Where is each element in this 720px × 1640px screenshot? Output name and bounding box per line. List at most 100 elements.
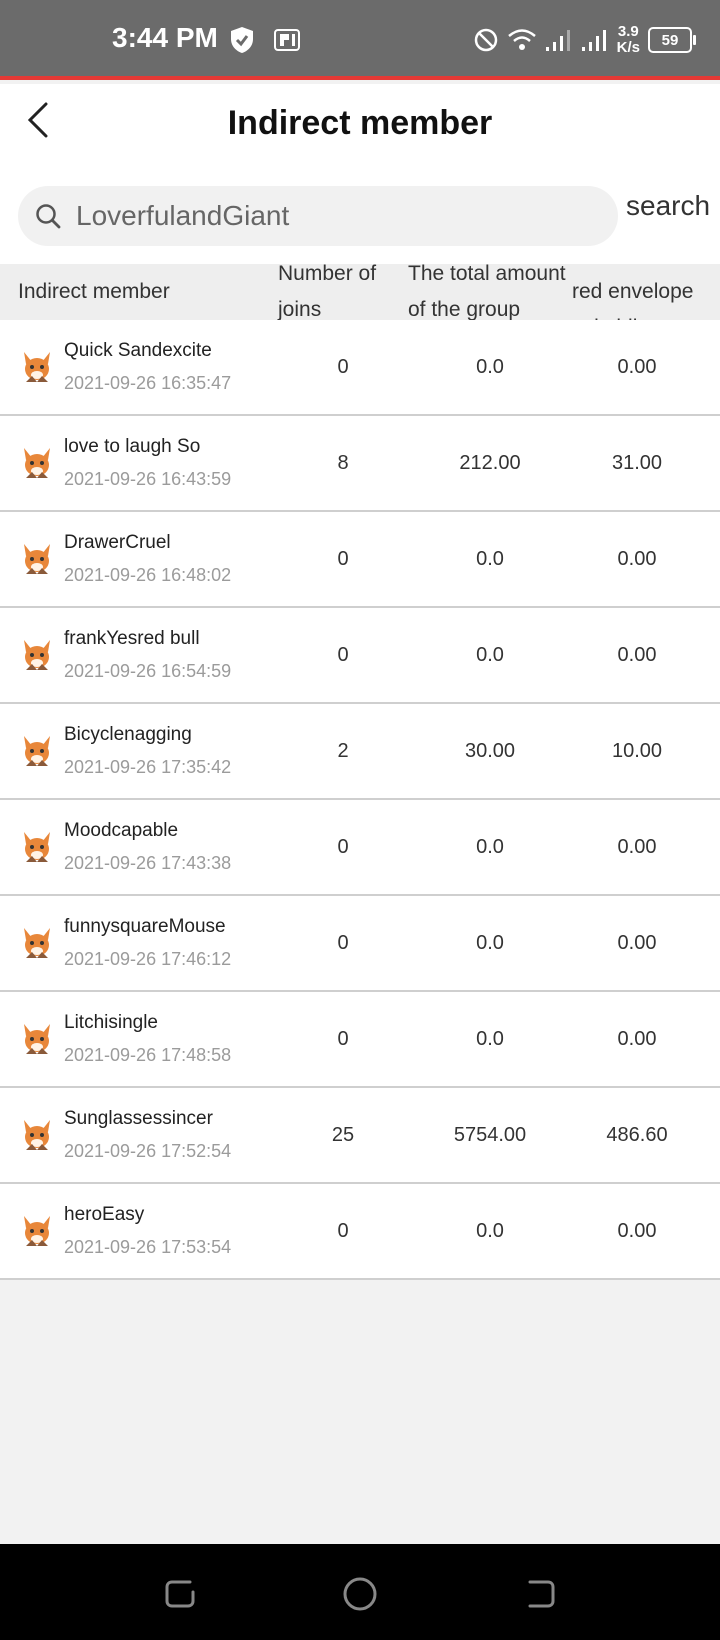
column-header-red-line3: subsidies bbox=[572, 310, 693, 320]
table-row[interactable]: Moodcapable 2021-09-26 17:43:38 0 0.0 0.… bbox=[0, 800, 720, 896]
do-not-disturb-icon bbox=[474, 28, 497, 52]
group-total: 0.0 bbox=[476, 836, 504, 858]
avatar bbox=[24, 736, 50, 766]
search-input[interactable] bbox=[74, 199, 598, 233]
joins-count: 0 bbox=[337, 836, 349, 858]
member-date: 2021-09-26 17:43:38 bbox=[64, 853, 232, 873]
signal-icon bbox=[545, 30, 570, 51]
search-bar: search bbox=[0, 174, 720, 264]
table-header: Indirect member Number of joins The tota… bbox=[0, 264, 720, 320]
group-total: 0.0 bbox=[476, 1028, 504, 1050]
table-row[interactable]: Sunglassessincer 2021-09-26 17:52:54 25 … bbox=[0, 1088, 720, 1184]
red-envelope-subsidy: 0.00 bbox=[617, 356, 657, 378]
member-date: 2021-09-26 16:48:02 bbox=[64, 565, 232, 585]
avatar bbox=[24, 448, 50, 478]
avatar bbox=[24, 1216, 50, 1246]
joins-count: 8 bbox=[337, 452, 349, 474]
status-right: 3.9 K/s 59 bbox=[473, 20, 696, 60]
member-name: frankYesred bull bbox=[64, 628, 200, 649]
joins-count: 0 bbox=[337, 1220, 349, 1242]
table-row[interactable]: Bicyclenagging 2021-09-26 17:35:42 2 30.… bbox=[0, 704, 720, 800]
column-header-joins: Number of joins bbox=[278, 264, 376, 320]
table-row[interactable]: Litchisingle 2021-09-26 17:48:58 0 0.0 0… bbox=[0, 992, 720, 1088]
joins-count: 0 bbox=[337, 1028, 349, 1050]
member-date: 2021-09-26 17:48:58 bbox=[64, 1045, 232, 1065]
table-row[interactable]: DrawerCruel 2021-09-26 16:48:02 0 0.0 0.… bbox=[0, 512, 720, 608]
member-date: 2021-09-26 16:54:59 bbox=[64, 661, 232, 681]
member-date: 2021-09-26 17:53:54 bbox=[64, 1237, 232, 1257]
member-name: heroEasy bbox=[64, 1204, 145, 1225]
table-row[interactable]: funnysquareMouse 2021-09-26 17:46:12 0 0… bbox=[0, 896, 720, 992]
group-total: 0.0 bbox=[476, 932, 504, 954]
group-total: 0.0 bbox=[476, 1220, 504, 1242]
column-header-total-line1: The total amount bbox=[408, 264, 566, 285]
column-header-red-envelope: Cumulative red envelope subsidies bbox=[572, 264, 693, 320]
accent-line bbox=[0, 76, 720, 80]
network-speed: 3.9 K/s bbox=[617, 24, 640, 56]
group-total: 0.0 bbox=[476, 644, 504, 666]
search-box[interactable] bbox=[18, 186, 618, 246]
recent-apps-icon[interactable] bbox=[160, 1574, 200, 1614]
red-envelope-subsidy: 10.00 bbox=[611, 740, 663, 762]
column-header-member: Indirect member bbox=[18, 280, 170, 303]
page-title: Indirect member bbox=[227, 104, 493, 142]
shield-icon bbox=[231, 27, 253, 53]
red-envelope-subsidy: 0.00 bbox=[617, 932, 657, 954]
group-total: 0.0 bbox=[476, 356, 504, 378]
joins-count: 0 bbox=[337, 548, 349, 570]
search-icon bbox=[36, 204, 61, 229]
member-list: Quick Sandexcite 2021-09-26 16:35:47 0 0… bbox=[0, 320, 720, 1280]
battery-icon: 59 bbox=[648, 27, 696, 53]
red-envelope-subsidy: 31.00 bbox=[611, 452, 663, 474]
red-envelope-subsidy: 0.00 bbox=[617, 644, 657, 666]
avatar bbox=[24, 640, 50, 670]
member-name: love to laugh So bbox=[64, 436, 201, 457]
red-envelope-subsidy: 0.00 bbox=[617, 1028, 657, 1050]
column-header-red-line2: red envelope bbox=[572, 280, 694, 303]
group-total: 30.00 bbox=[464, 740, 516, 762]
member-name: Bicyclenagging bbox=[64, 724, 192, 745]
member-name: Quick Sandexcite bbox=[64, 340, 212, 361]
column-header-joins-line2: joins bbox=[278, 298, 322, 320]
joins-count: 0 bbox=[337, 932, 349, 954]
avatar bbox=[24, 928, 50, 958]
navigation-bar bbox=[0, 1544, 720, 1640]
member-date: 2021-09-26 17:46:12 bbox=[64, 949, 232, 969]
member-name: Litchisingle bbox=[64, 1012, 158, 1033]
parking-icon bbox=[274, 29, 300, 51]
member-name: Moodcapable bbox=[64, 820, 179, 841]
avatar bbox=[24, 352, 50, 382]
speed-value: 3.9 bbox=[617, 23, 639, 40]
home-icon[interactable] bbox=[340, 1574, 380, 1614]
avatar bbox=[24, 1024, 50, 1054]
red-envelope-subsidy: 0.00 bbox=[617, 1220, 657, 1242]
signal-icon bbox=[581, 30, 606, 51]
avatar bbox=[24, 1120, 50, 1150]
table-row[interactable]: heroEasy 2021-09-26 17:53:54 0 0.0 0.00 bbox=[0, 1184, 720, 1280]
status-bar: 3:44 PM 3.9 K/s 59 bbox=[0, 0, 720, 80]
avatar bbox=[24, 544, 50, 574]
table-row[interactable]: frankYesred bull 2021-09-26 16:54:59 0 0… bbox=[0, 608, 720, 704]
status-time: 3:44 PM bbox=[112, 22, 218, 53]
column-header-total: The total amount of the group bbox=[408, 264, 566, 320]
avatar bbox=[24, 832, 50, 862]
group-total: 0.0 bbox=[476, 548, 504, 570]
member-name: Sunglassessincer bbox=[64, 1108, 213, 1129]
column-header-red-line1: Cumulative bbox=[572, 264, 693, 274]
page-header: Indirect member bbox=[0, 84, 720, 174]
search-button[interactable]: search bbox=[626, 190, 710, 222]
red-envelope-subsidy: 0.00 bbox=[617, 836, 657, 858]
member-date: 2021-09-26 17:35:42 bbox=[64, 757, 232, 777]
member-name: DrawerCruel bbox=[64, 532, 171, 553]
member-date: 2021-09-26 16:43:59 bbox=[64, 469, 232, 489]
group-total: 212.00 bbox=[459, 452, 521, 474]
back-icon[interactable] bbox=[520, 1574, 560, 1614]
battery-level: 59 bbox=[661, 31, 679, 49]
column-header-total-line2: of the group bbox=[408, 298, 521, 320]
table-row[interactable]: love to laugh So 2021-09-26 16:43:59 8 2… bbox=[0, 416, 720, 512]
joins-count: 0 bbox=[337, 644, 349, 666]
member-date: 2021-09-26 16:35:47 bbox=[64, 373, 232, 393]
joins-count: 2 bbox=[337, 740, 349, 762]
table-row[interactable]: Quick Sandexcite 2021-09-26 16:35:47 0 0… bbox=[0, 320, 720, 416]
member-name: funnysquareMouse bbox=[64, 916, 226, 937]
